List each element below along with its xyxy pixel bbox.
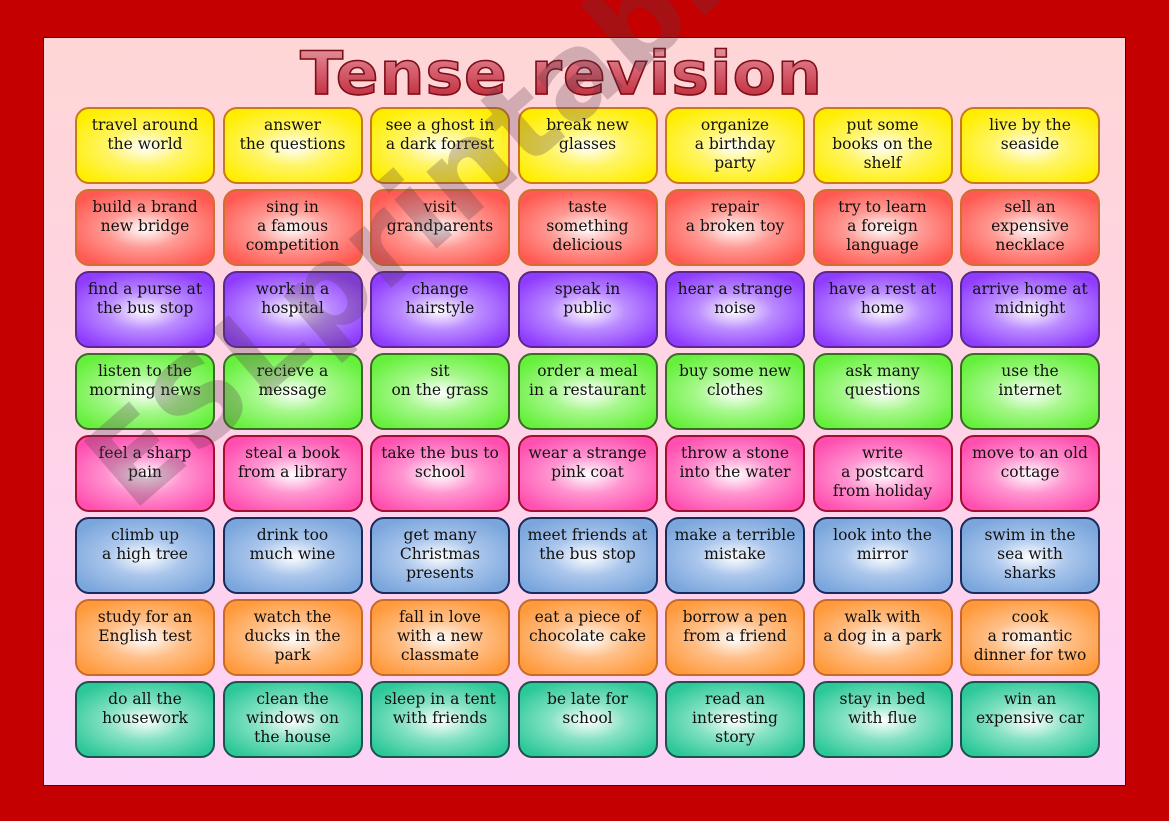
card-purple[interactable]: have a rest at home: [812, 271, 953, 348]
card-yellow[interactable]: organize a birthday party: [665, 107, 805, 184]
card-red[interactable]: taste something delicious: [517, 189, 658, 266]
card-blue[interactable]: get many Christmas presents: [370, 517, 510, 594]
card-blue[interactable]: meet friends at the bus stop: [517, 517, 658, 594]
card-yellow[interactable]: put some books on the shelf: [812, 107, 953, 184]
card-blue[interactable]: look into the mirror: [812, 517, 953, 594]
card-yellow[interactable]: break new glasses: [517, 107, 658, 184]
card-pink[interactable]: steal a book from a library: [222, 435, 363, 512]
card-purple[interactable]: hear a strange noise: [665, 271, 805, 348]
card-pink[interactable]: wear a strange pink coat: [517, 435, 658, 512]
card-teal[interactable]: stay in bed with flue: [812, 681, 953, 758]
card-green[interactable]: sit on the grass: [370, 353, 510, 430]
card-pink[interactable]: throw a stone into the water: [665, 435, 805, 512]
card-blue[interactable]: climb up a high tree: [75, 517, 215, 594]
card-blue[interactable]: drink too much wine: [222, 517, 363, 594]
card-red[interactable]: sell an expensive necklace: [960, 189, 1100, 266]
card-purple[interactable]: change hairstyle: [370, 271, 510, 348]
card-red[interactable]: visit grandparents: [370, 189, 510, 266]
card-grid: travel around the world answer the questi…: [75, 107, 1100, 758]
card-yellow[interactable]: travel around the world: [75, 107, 215, 184]
card-teal[interactable]: win an expensive car: [960, 681, 1100, 758]
card-teal[interactable]: be late for school: [517, 681, 658, 758]
card-yellow[interactable]: see a ghost in a dark forrest: [370, 107, 510, 184]
card-red[interactable]: build a brand new bridge: [75, 189, 215, 266]
card-orange[interactable]: eat a piece of chocolate cake: [517, 599, 658, 676]
card-green[interactable]: buy some new clothes: [665, 353, 805, 430]
card-blue[interactable]: swim in the sea with sharks: [960, 517, 1100, 594]
card-blue[interactable]: make a terrible mistake: [665, 517, 805, 594]
card-green[interactable]: order a meal in a restaurant: [517, 353, 658, 430]
card-purple[interactable]: arrive home at midnight: [960, 271, 1100, 348]
card-green[interactable]: ask many questions: [812, 353, 953, 430]
card-teal[interactable]: do all the housework: [75, 681, 215, 758]
card-green[interactable]: use the internet: [960, 353, 1100, 430]
card-green[interactable]: listen to the morning news: [75, 353, 215, 430]
card-orange[interactable]: cook a romantic dinner for two: [960, 599, 1100, 676]
card-red[interactable]: repair a broken toy: [665, 189, 805, 266]
card-purple[interactable]: speak in public: [517, 271, 658, 348]
card-orange[interactable]: fall in love with a new classmate: [370, 599, 510, 676]
card-red[interactable]: sing in a famous competition: [222, 189, 363, 266]
card-orange[interactable]: borrow a pen from a friend: [665, 599, 805, 676]
card-teal[interactable]: clean the windows on the house: [222, 681, 363, 758]
card-purple[interactable]: work in a hospital: [222, 271, 363, 348]
card-green[interactable]: recieve a message: [222, 353, 363, 430]
card-orange[interactable]: study for an English test: [75, 599, 215, 676]
card-pink[interactable]: take the bus to school: [370, 435, 510, 512]
card-pink[interactable]: feel a sharp pain: [75, 435, 215, 512]
card-pink[interactable]: move to an old cottage: [960, 435, 1100, 512]
card-orange[interactable]: watch the ducks in the park: [222, 599, 363, 676]
card-yellow[interactable]: answer the questions: [222, 107, 363, 184]
page-title: Tense revision: [0, 39, 1153, 109]
card-purple[interactable]: find a purse at the bus stop: [75, 271, 215, 348]
worksheet: Tense revision travel around the world an…: [43, 37, 1126, 786]
card-teal[interactable]: sleep in a tent with friends: [370, 681, 510, 758]
card-yellow[interactable]: live by the seaside: [960, 107, 1100, 184]
card-red[interactable]: try to learn a foreign language: [812, 189, 953, 266]
card-orange[interactable]: walk with a dog in a park: [812, 599, 953, 676]
card-teal[interactable]: read an interesting story: [665, 681, 805, 758]
card-pink[interactable]: write a postcard from holiday: [812, 435, 953, 512]
